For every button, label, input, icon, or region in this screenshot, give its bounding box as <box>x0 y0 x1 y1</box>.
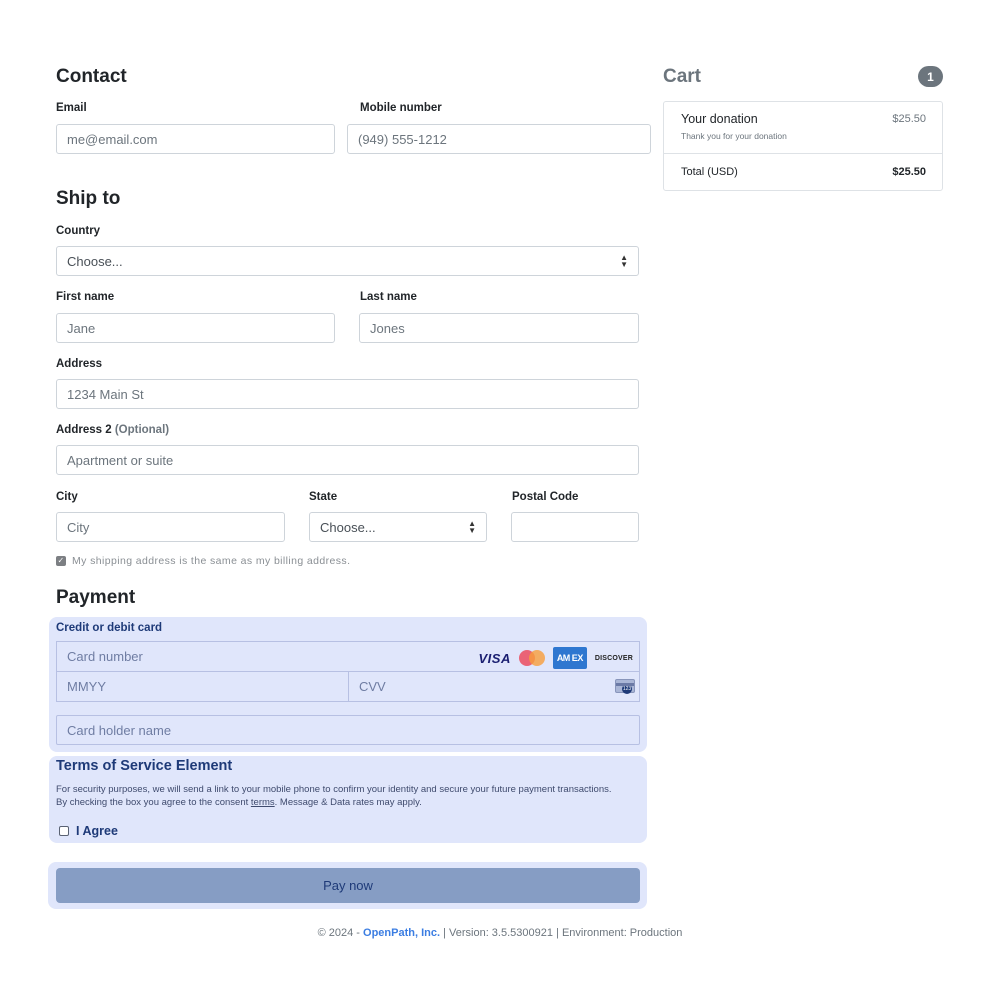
postal-label: Postal Code <box>512 491 579 503</box>
first-name-field[interactable]: Jane <box>56 313 335 343</box>
tos-text: For security purposes, we will send a li… <box>56 784 612 808</box>
ship-heading: Ship to <box>56 188 121 209</box>
mobile-placeholder: (949) 555-1212 <box>358 131 447 147</box>
terms-link[interactable]: terms <box>251 797 275 808</box>
cart-title: Cart <box>663 66 702 87</box>
payment-heading: Payment <box>56 587 136 608</box>
total-label: Total (USD) <box>681 166 738 178</box>
last-name-placeholder: Jones <box>370 320 405 336</box>
email-placeholder: me@email.com <box>67 131 158 147</box>
amex-icon: AM EX <box>552 647 587 669</box>
select-caret-icon: ▲ ▼ <box>620 253 628 269</box>
item-name: Your donation <box>681 112 758 126</box>
select-caret-icon: ▲ ▼ <box>468 519 476 535</box>
mobile-label: Mobile number <box>360 102 442 114</box>
item-price: $25.50 <box>892 113 926 125</box>
address2-field[interactable]: Apartment or suite <box>56 445 639 475</box>
email-field[interactable]: me@email.com <box>56 124 335 154</box>
cvv-card-icon: 123 <box>615 679 635 694</box>
checkmark-icon[interactable]: ✓ <box>56 556 66 566</box>
card-holder-field[interactable]: Card holder name <box>56 715 640 745</box>
agree-label: I Agree <box>76 824 118 838</box>
cvv-field[interactable]: CVV 123 <box>348 671 640 702</box>
address-placeholder: 1234 Main St <box>67 386 144 402</box>
card-number-field[interactable]: Card number VISA AM EX DISCOVER <box>56 641 640 672</box>
card-holder-placeholder: Card holder name <box>67 722 172 738</box>
city-placeholder: City <box>67 519 90 535</box>
address2-label: Address 2 (Optional) <box>56 424 170 436</box>
cart-item-row: Your donation Thank you for your donatio… <box>664 102 942 154</box>
agree-checkbox[interactable] <box>59 826 69 836</box>
state-value: Choose... <box>320 519 376 535</box>
city-field[interactable]: City <box>56 512 285 542</box>
same-address-checkbox-row[interactable]: ✓ My shipping address is the same as my … <box>56 555 350 567</box>
state-label: State <box>309 491 338 503</box>
tos-title: Terms of Service Element <box>56 758 233 774</box>
item-description: Thank you for your donation <box>681 131 787 141</box>
mobile-field[interactable]: (949) 555-1212 <box>347 124 651 154</box>
card-number-placeholder: Card number <box>67 649 143 664</box>
state-select[interactable]: Choose... ▲ ▼ <box>309 512 487 542</box>
cvv-placeholder: CVV <box>359 679 386 694</box>
pay-now-button[interactable]: Pay now <box>56 868 640 903</box>
expiry-placeholder: MMYY <box>67 679 106 694</box>
same-address-label: My shipping address is the same as my bi… <box>72 555 351 567</box>
cart-count-badge: 1 <box>918 66 943 87</box>
discover-icon: DISCOVER <box>594 654 633 662</box>
agree-checkbox-row[interactable]: I Agree <box>59 824 118 838</box>
total-value: $25.50 <box>892 166 926 178</box>
footer: © 2024 - OpenPath, Inc. | Version: 3.5.5… <box>317 927 683 939</box>
country-label: Country <box>56 225 101 237</box>
first-name-placeholder: Jane <box>67 320 96 336</box>
optional-note: (Optional) <box>114 424 170 436</box>
address-label: Address <box>56 358 103 370</box>
mastercard-icon <box>518 650 545 666</box>
cvv-icon-number: 123 <box>622 684 632 694</box>
contact-heading: Contact <box>56 66 127 87</box>
company-link[interactable]: OpenPath, Inc. <box>363 927 440 939</box>
postal-field[interactable] <box>511 512 639 542</box>
last-name-field[interactable]: Jones <box>359 313 639 343</box>
first-name-label: First name <box>56 291 115 303</box>
expiry-field[interactable]: MMYY <box>56 671 349 702</box>
address-field[interactable]: 1234 Main St <box>56 379 639 409</box>
last-name-label: Last name <box>360 291 417 303</box>
cart-summary: Your donation Thank you for your donatio… <box>663 101 943 191</box>
country-value: Choose... <box>67 253 123 269</box>
card-section-title: Credit or debit card <box>56 622 163 634</box>
visa-icon: VISA <box>478 650 511 666</box>
email-label: Email <box>56 102 87 114</box>
country-select[interactable]: Choose... ▲ ▼ <box>56 246 639 276</box>
city-label: City <box>56 491 78 503</box>
card-brands: VISA AM EX DISCOVER <box>478 647 633 669</box>
address2-placeholder: Apartment or suite <box>67 452 174 468</box>
